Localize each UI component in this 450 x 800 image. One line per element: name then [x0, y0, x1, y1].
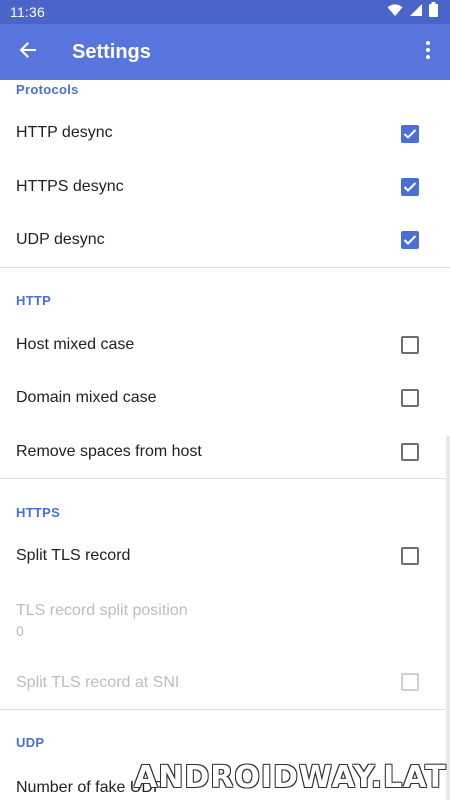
- udp-desync-checkbox[interactable]: [401, 231, 419, 249]
- pref-http-desync[interactable]: HTTP desync: [0, 107, 450, 161]
- domain-mixed-case-checkbox[interactable]: [401, 389, 419, 407]
- section-header-protocols: Protocols: [16, 82, 79, 97]
- pref-summary: 0: [16, 623, 24, 639]
- more-vert-icon: [426, 40, 430, 64]
- pref-tls-record-split-position[interactable]: TLS record split position 0: [0, 590, 450, 646]
- https-desync-checkbox[interactable]: [401, 178, 419, 196]
- section-divider: [0, 709, 450, 710]
- pref-title: Split TLS record: [16, 547, 131, 564]
- status-icons: [387, 2, 438, 22]
- section-header-https: HTTPS: [16, 505, 61, 520]
- overflow-menu-button[interactable]: [406, 24, 450, 80]
- wifi-icon: [387, 3, 403, 22]
- pref-title: HTTP desync: [16, 124, 113, 141]
- scrollbar[interactable]: [446, 436, 450, 800]
- pref-https-desync[interactable]: HTTPS desync: [0, 161, 450, 215]
- pref-split-tls-record[interactable]: Split TLS record: [0, 530, 450, 584]
- pref-title: Split TLS record at SNI: [16, 674, 180, 691]
- pref-title: TLS record split position: [16, 602, 188, 619]
- battery-icon: [429, 2, 438, 22]
- pref-title: UDP desync: [16, 231, 105, 248]
- arrow-back-icon: [19, 41, 37, 64]
- split-tls-at-sni-checkbox[interactable]: [401, 673, 419, 691]
- page-title: Settings: [72, 40, 151, 63]
- status-bar: 11:36: [0, 0, 450, 24]
- status-time: 11:36: [10, 4, 45, 20]
- signal-icon: [409, 3, 423, 22]
- section-header-udp: UDP: [16, 735, 45, 750]
- section-divider: [0, 478, 450, 479]
- watermark: ANDROIDWAY.LAT: [134, 760, 447, 795]
- settings-list[interactable]: Protocols HTTP desync HTTPS desync UDP d…: [0, 80, 450, 800]
- pref-title: Remove spaces from host: [16, 443, 202, 460]
- pref-domain-mixed-case[interactable]: Domain mixed case: [0, 372, 450, 426]
- pref-udp-desync[interactable]: UDP desync: [0, 214, 450, 268]
- pref-title: HTTPS desync: [16, 178, 124, 195]
- pref-title: Host mixed case: [16, 336, 135, 353]
- pref-host-mixed-case[interactable]: Host mixed case: [0, 319, 450, 373]
- section-header-http: HTTP: [16, 293, 52, 308]
- app-bar: Settings: [0, 24, 450, 80]
- pref-remove-spaces-from-host[interactable]: Remove spaces from host: [0, 426, 450, 480]
- back-button[interactable]: [0, 24, 56, 80]
- split-tls-record-checkbox[interactable]: [401, 547, 419, 565]
- pref-title: Domain mixed case: [16, 389, 157, 406]
- pref-split-tls-record-at-sni[interactable]: Split TLS record at SNI: [0, 656, 450, 710]
- section-divider: [0, 267, 450, 268]
- host-mixed-case-checkbox[interactable]: [401, 336, 419, 354]
- http-desync-checkbox[interactable]: [401, 125, 419, 143]
- remove-spaces-checkbox[interactable]: [401, 443, 419, 461]
